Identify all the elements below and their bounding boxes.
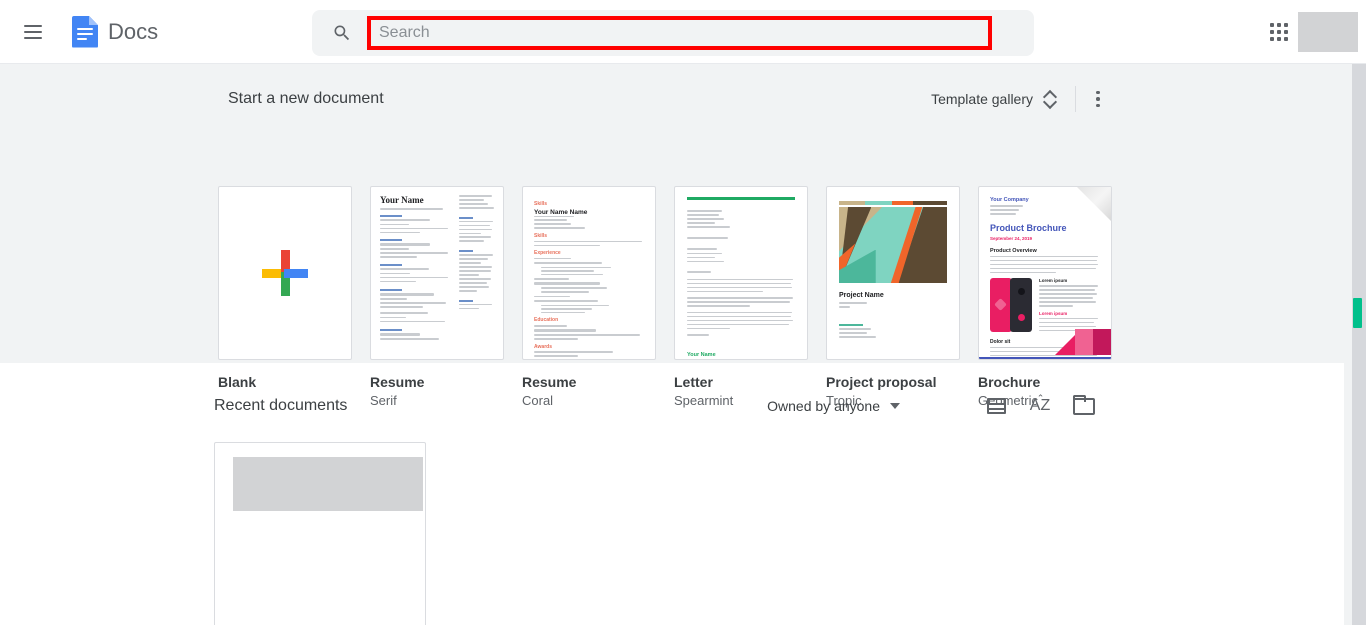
- thumb-stripes: [839, 201, 948, 205]
- doc-lines: [77, 27, 93, 43]
- template-thumbnail[interactable]: Your Name: [370, 186, 504, 360]
- list-view-icon: [986, 398, 1006, 414]
- brand-title: Docs: [108, 18, 159, 44]
- template-thumbnail[interactable]: Your Company Product Brochure September …: [978, 186, 1112, 360]
- templates-section-title: Start a new document: [228, 90, 384, 107]
- search-input[interactable]: [371, 20, 988, 46]
- more-vert-icon[interactable]: [1088, 87, 1108, 111]
- templates-section: Start a new document Template gallery Bl…: [0, 64, 1344, 408]
- hamburger-line: [24, 30, 42, 33]
- thumb-right-column: [459, 195, 495, 311]
- scrollbar-thumb[interactable]: [1353, 298, 1362, 328]
- app-header: Docs: [0, 0, 1366, 64]
- owner-filter-label: Owned by anyone: [767, 398, 880, 414]
- scroll-gutter: [1344, 64, 1352, 625]
- main-menu-button[interactable]: [24, 20, 48, 44]
- template-card-resume-serif[interactable]: Your Name Resume Serif: [370, 186, 504, 408]
- template-list: Blank Your Name Resume Serif Skills Your…: [218, 186, 1112, 408]
- avatar[interactable]: [1298, 12, 1358, 52]
- thumb-phone-image: [990, 278, 1034, 333]
- template-thumbnail[interactable]: Your Name: [674, 186, 808, 360]
- chevron-up-down-icon: [1043, 90, 1057, 108]
- template-thumbnail[interactable]: Skills Your Name Name Skills Experience: [522, 186, 656, 360]
- recent-document-card[interactable]: [214, 442, 426, 625]
- recent-header: Recent documents Owned by anyone AZ ⌃: [214, 386, 1104, 426]
- template-card-brochure[interactable]: Your Company Product Brochure September …: [978, 186, 1112, 408]
- recent-section-title: Recent documents: [214, 397, 348, 414]
- hamburger-line: [24, 24, 42, 27]
- docs-logo-icon: [72, 15, 98, 48]
- divider: [1075, 86, 1076, 112]
- thumb-section: Product Overview: [990, 247, 1037, 254]
- templates-header: Start a new document Template gallery: [228, 84, 1108, 114]
- template-card-project-proposal[interactable]: Project Name Project proposal Tropic: [826, 186, 960, 408]
- folder-icon: [1073, 394, 1095, 415]
- thumb-content: Skills Your Name Name Skills Experience: [523, 187, 655, 359]
- thumb-company: Your Company: [990, 197, 1029, 203]
- templates-controls: Template gallery: [923, 84, 1108, 114]
- search-input-highlight: [367, 16, 992, 50]
- template-gallery-label: Template gallery: [931, 91, 1033, 107]
- thumb-date: September 24, 2019: [990, 235, 1033, 241]
- thumb-name: Your Name: [380, 195, 424, 205]
- thumb-artwork: [839, 207, 947, 283]
- template-card-blank[interactable]: Blank: [218, 186, 352, 408]
- owner-filter-dropdown[interactable]: Owned by anyone: [759, 392, 908, 420]
- search-bar[interactable]: [312, 10, 1034, 56]
- thumb-content: Your Name: [675, 187, 807, 359]
- template-card-letter-spearmint[interactable]: Your Name Letter Spearmint: [674, 186, 808, 408]
- hamburger-line: [24, 36, 42, 39]
- google-docs-home: Docs Start a new document Template galle…: [0, 0, 1366, 625]
- sort-arrows: ⌃: [1036, 393, 1045, 403]
- doc-fold: [88, 15, 98, 26]
- thumb-bottom-bar: [979, 356, 1111, 359]
- template-thumbnail[interactable]: [218, 186, 352, 360]
- sort-az-icon: AZ ⌃: [1030, 393, 1050, 415]
- thumb-sub-2: Lorem ipsum: [1039, 310, 1068, 316]
- apps-grid-icon[interactable]: [1267, 20, 1291, 44]
- thumb-name: Your Name Name: [534, 208, 588, 216]
- page-scrollbar[interactable]: [1352, 64, 1366, 625]
- google-plus-icon: [262, 250, 308, 296]
- thumb-content: Project Name: [827, 187, 959, 359]
- recent-document-thumbnail: [233, 457, 423, 511]
- thumb-title: Product Brochure: [990, 222, 1067, 233]
- template-gallery-button[interactable]: Template gallery: [923, 84, 1065, 114]
- thumb-project-name: Project Name: [839, 292, 884, 299]
- sort-button[interactable]: AZ ⌃: [1020, 386, 1060, 426]
- template-thumbnail[interactable]: Project Name: [826, 186, 960, 360]
- caret-down-icon: [890, 403, 900, 409]
- thumb-bottom-graphic: [1055, 329, 1111, 355]
- list-view-button[interactable]: [976, 386, 1016, 426]
- search-icon: [334, 25, 350, 41]
- template-card-resume-coral[interactable]: Skills Your Name Name Skills Experience: [522, 186, 656, 408]
- thumb-left-column: Your Name: [380, 195, 452, 342]
- open-file-picker-button[interactable]: [1064, 386, 1104, 426]
- thumb-sub-1: Lorem ipsum: [1039, 278, 1068, 284]
- recent-controls: Owned by anyone AZ ⌃: [759, 386, 1104, 426]
- brand-logo-group[interactable]: Docs: [72, 15, 159, 48]
